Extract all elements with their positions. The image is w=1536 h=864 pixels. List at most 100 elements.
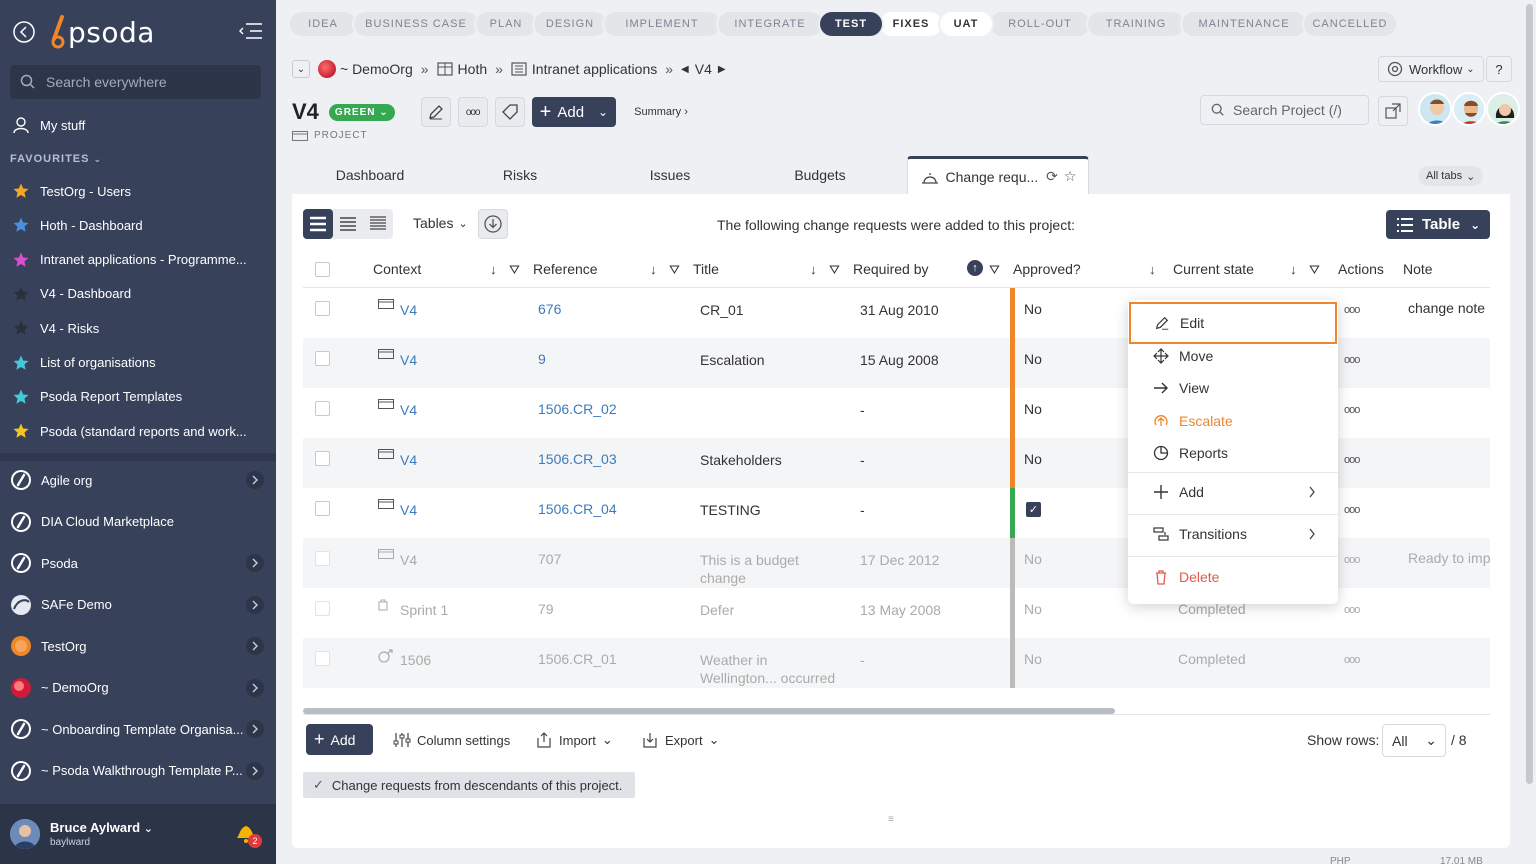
resize-handle-icon[interactable]: ≡ bbox=[888, 814, 894, 825]
stage-training[interactable]: TRAINING bbox=[1086, 10, 1186, 38]
avatar[interactable] bbox=[1418, 92, 1452, 126]
dense-view-icon[interactable] bbox=[363, 209, 393, 239]
column-header-required-by[interactable]: Required by bbox=[853, 250, 929, 288]
tab-dashboard[interactable]: Dashboard bbox=[306, 156, 434, 194]
row-actions-button[interactable]: ooo bbox=[1344, 454, 1360, 466]
stage-idea[interactable]: IDEA bbox=[288, 10, 358, 38]
tab-risks[interactable]: Risks bbox=[456, 156, 584, 194]
horizontal-scrollbar[interactable] bbox=[303, 708, 1115, 714]
reference-link[interactable]: 79 bbox=[538, 600, 554, 618]
stage-implement[interactable]: IMPLEMENT bbox=[602, 10, 722, 38]
workflow-button[interactable]: Workflow ⌄ bbox=[1378, 56, 1484, 82]
row-actions-button[interactable]: ooo bbox=[1344, 504, 1360, 516]
add-button[interactable]: + Add ⌄ bbox=[531, 97, 617, 127]
expand-button[interactable] bbox=[1378, 96, 1408, 126]
organisation-item[interactable]: DIA Cloud Marketplace bbox=[0, 502, 276, 542]
stage-plan[interactable]: PLAN bbox=[474, 10, 538, 38]
show-rows-select[interactable]: All ⌄ bbox=[1382, 724, 1446, 757]
vertical-scrollbar[interactable] bbox=[1526, 4, 1533, 784]
favourite-item[interactable]: Psoda Report Templates bbox=[0, 381, 276, 413]
notifications-bell-icon[interactable]: 2 bbox=[234, 822, 264, 852]
list-view-icon[interactable] bbox=[303, 209, 333, 239]
filter-icon[interactable]: ⛛ bbox=[509, 262, 520, 278]
stage-integrate[interactable]: INTEGRATE bbox=[716, 10, 824, 38]
stage-business-case[interactable]: BUSINESS CASE bbox=[352, 10, 480, 38]
organisation-item[interactable]: ~ DemoOrg bbox=[0, 668, 276, 708]
column-header-title[interactable]: Title bbox=[693, 250, 719, 288]
sort-ascending-icon[interactable]: ↑ bbox=[967, 260, 983, 276]
star-icon[interactable]: ☆ bbox=[1064, 168, 1077, 185]
tab-budgets[interactable]: Budgets bbox=[756, 156, 884, 194]
search-everywhere-input[interactable]: Search everywhere bbox=[10, 65, 261, 99]
row-checkbox[interactable] bbox=[315, 351, 330, 366]
favourite-item[interactable]: V4 - Risks bbox=[0, 312, 276, 344]
chevron-right-icon[interactable] bbox=[246, 720, 264, 738]
psoda-logo[interactable]: psoda bbox=[50, 12, 155, 52]
sort-icon[interactable]: ↓ bbox=[490, 262, 497, 277]
export-button[interactable]: Export ⌄ bbox=[642, 732, 719, 748]
menu-item-move[interactable]: Move bbox=[1128, 340, 1338, 372]
all-tabs-dropdown[interactable]: All tabs ⌄ bbox=[1418, 166, 1484, 186]
sort-icon[interactable]: ↓ bbox=[1290, 262, 1297, 277]
tab-change-requests[interactable]: Change requ... ⟳ ☆ bbox=[907, 156, 1089, 194]
approved-checkbox[interactable]: ✓ bbox=[1026, 502, 1041, 517]
context-link[interactable]: V4 bbox=[400, 351, 417, 369]
project-search-input[interactable]: Search Project (/) bbox=[1200, 95, 1369, 125]
chevron-right-icon[interactable] bbox=[246, 678, 264, 697]
row-checkbox[interactable] bbox=[315, 651, 330, 666]
stage-uat[interactable]: UAT bbox=[938, 10, 994, 38]
favourite-item[interactable]: List of organisations bbox=[0, 347, 276, 379]
avatar[interactable] bbox=[1452, 92, 1486, 126]
column-header-current-state[interactable]: Current state bbox=[1173, 250, 1254, 288]
menu-item-view[interactable]: View bbox=[1128, 372, 1338, 404]
reference-link[interactable]: 1506.CR_02 bbox=[538, 400, 617, 418]
import-button[interactable]: Import ⌄ bbox=[536, 732, 613, 748]
stage-design[interactable]: DESIGN bbox=[532, 10, 608, 38]
reference-link[interactable]: 1506.CR_01 bbox=[538, 650, 617, 668]
chevron-right-icon[interactable] bbox=[246, 471, 264, 489]
column-header-note[interactable]: Note bbox=[1403, 250, 1433, 288]
collapse-menu-icon[interactable] bbox=[238, 22, 264, 40]
row-actions-button[interactable]: ooo bbox=[1344, 604, 1360, 616]
tag-button[interactable] bbox=[494, 97, 525, 127]
context-link[interactable]: Sprint 1 bbox=[400, 601, 448, 619]
breadcrumb-portfolio[interactable]: Hoth bbox=[458, 61, 488, 77]
filter-icon[interactable]: ⛛ bbox=[989, 262, 1000, 278]
chevron-right-icon[interactable] bbox=[246, 554, 264, 572]
favourite-item[interactable]: Psoda (standard reports and work... bbox=[0, 415, 276, 447]
context-link[interactable]: V4 bbox=[400, 401, 417, 419]
menu-item-transitions[interactable]: Transitions bbox=[1128, 518, 1338, 550]
menu-item-edit[interactable]: Edit bbox=[1129, 302, 1337, 344]
menu-item-delete[interactable]: Delete bbox=[1128, 561, 1338, 593]
stage-maintenance[interactable]: MAINTENANCE bbox=[1180, 10, 1308, 38]
tab-issues[interactable]: Issues bbox=[606, 156, 734, 194]
organisation-item[interactable]: ~ Onboarding Template Organisa... bbox=[0, 709, 276, 749]
sort-icon[interactable]: ↓ bbox=[650, 262, 657, 277]
context-link[interactable]: V4 bbox=[400, 551, 417, 569]
row-checkbox[interactable] bbox=[315, 501, 330, 516]
row-checkbox[interactable] bbox=[315, 551, 330, 566]
chevron-down-icon[interactable]: ⌄ bbox=[292, 60, 310, 78]
organisation-item[interactable]: TestOrg bbox=[0, 626, 276, 666]
context-link[interactable]: V4 bbox=[400, 451, 417, 469]
row-actions-button[interactable]: ooo bbox=[1344, 354, 1360, 366]
favourite-item[interactable]: Intranet applications - Programme... bbox=[0, 244, 276, 276]
status-badge[interactable]: GREEN ⌄ bbox=[328, 103, 395, 121]
tables-dropdown[interactable]: Tables ⌄ bbox=[413, 215, 468, 231]
table-row[interactable]: 1506 1506.CR_01 Weather in Wellington... oc… bbox=[303, 638, 1490, 688]
column-header-reference[interactable]: Reference bbox=[533, 250, 598, 288]
context-link[interactable]: V4 bbox=[400, 301, 417, 319]
reference-link[interactable]: 9 bbox=[538, 350, 546, 368]
row-actions-button[interactable]: ooo bbox=[1344, 404, 1360, 416]
favourite-item[interactable]: TestOrg - Users bbox=[0, 175, 276, 207]
favourites-heading[interactable]: FAVOURITES ⌄ bbox=[10, 153, 102, 165]
favourite-item[interactable]: V4 - Dashboard bbox=[0, 278, 276, 310]
reference-link[interactable]: 707 bbox=[538, 550, 561, 568]
row-actions-button[interactable]: ooo bbox=[1344, 654, 1360, 666]
row-actions-button[interactable]: ooo bbox=[1344, 554, 1360, 566]
row-checkbox[interactable] bbox=[315, 401, 330, 416]
prev-arrow-icon[interactable]: ◀ bbox=[681, 64, 689, 75]
help-button[interactable]: ? bbox=[1486, 56, 1512, 82]
menu-item-reports[interactable]: Reports bbox=[1128, 437, 1338, 469]
compact-view-icon[interactable] bbox=[333, 209, 363, 239]
